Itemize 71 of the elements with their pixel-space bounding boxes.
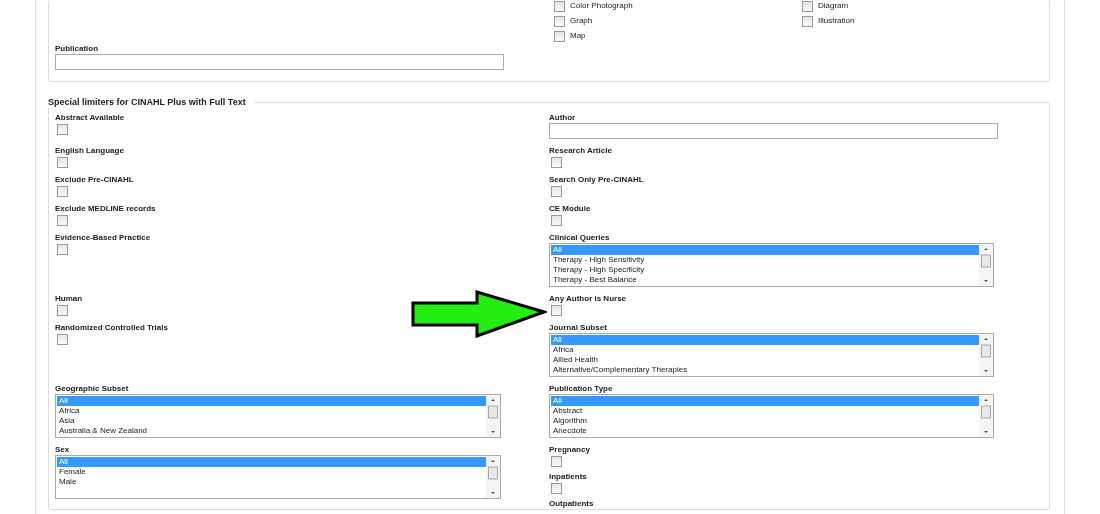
list-option[interactable]: Therapy - High Sensitivity — [551, 255, 979, 265]
checkbox[interactable] — [551, 483, 562, 494]
list-option[interactable]: Algorithm — [551, 416, 979, 426]
field-label: Any Author is Nurse — [549, 293, 627, 304]
scrollbar[interactable] — [486, 395, 500, 437]
list-label: Journal Subset — [549, 322, 607, 333]
field-label: Author — [549, 112, 576, 123]
field-label: Research Article — [549, 145, 612, 156]
checkbox[interactable] — [57, 305, 68, 316]
checkbox[interactable] — [554, 0, 565, 12]
checkbox[interactable] — [551, 305, 562, 316]
checkbox[interactable] — [551, 456, 562, 467]
list-option[interactable]: Asia — [57, 416, 486, 426]
listbox[interactable]: All Therapy - High Sensitivity Therapy - High Specificity Therapy - Best Balance — [549, 243, 994, 287]
author-field[interactable] — [549, 123, 998, 139]
list-option[interactable]: Africa — [551, 345, 979, 355]
checkbox[interactable] — [57, 157, 68, 168]
list-option[interactable]: Therapy - High Specificity — [551, 265, 979, 275]
listbox[interactable]: All Africa Allied Health Alternative/Complementary Therapies — [549, 333, 994, 377]
checkbox-label: Diagram — [818, 0, 849, 11]
publication-field[interactable] — [55, 54, 504, 70]
list-option[interactable]: Abstract — [551, 406, 979, 416]
checkbox[interactable] — [57, 186, 68, 197]
checkbox[interactable] — [57, 215, 68, 226]
field-label: Exclude MEDLINE records — [55, 203, 156, 214]
checkbox[interactable] — [551, 186, 562, 197]
field-label: Exclude Pre-CINAHL — [55, 174, 134, 185]
field-label: Inpatients — [549, 471, 587, 482]
list-label: Sex — [55, 444, 70, 455]
list-option[interactable]: Australia & New Zealand — [57, 426, 486, 436]
scrollbar[interactable] — [979, 244, 993, 286]
checkbox[interactable] — [802, 15, 813, 27]
list-label: Geographic Subset — [55, 383, 129, 394]
checkbox[interactable] — [554, 30, 565, 42]
listbox[interactable]: All Female Male — [55, 455, 501, 499]
field-label: CE Module — [549, 203, 591, 214]
list-option[interactable]: Anecdote — [551, 426, 979, 436]
field-label: Randomized Controlled Trials — [55, 322, 168, 333]
list-label: Clinical Queries — [549, 232, 610, 243]
scrollbar[interactable] — [979, 395, 993, 437]
field-label: Outpatients — [549, 498, 594, 509]
list-option[interactable]: Alternative/Complementary Therapies — [551, 365, 979, 375]
listbox[interactable]: All Abstract Algorithm Anecdote — [549, 394, 994, 438]
checkbox[interactable] — [57, 244, 68, 255]
field-label: Publication — [55, 43, 100, 54]
field-label: Pregnancy — [549, 444, 590, 455]
scrollbar[interactable] — [486, 456, 500, 498]
checkbox[interactable] — [57, 334, 68, 345]
checkbox-label: Color Photograph — [570, 0, 633, 11]
listbox[interactable]: All Africa Asia Australia & New Zealand — [55, 394, 501, 438]
checkbox[interactable] — [57, 124, 68, 135]
checkbox[interactable] — [554, 15, 565, 27]
field-label: Evidence-Based Practice — [55, 232, 151, 243]
section-title: Special limiters for CINAHL Plus with Full Text — [48, 96, 247, 108]
list-option[interactable]: Male — [57, 477, 486, 487]
list-option[interactable]: Therapy - Best Balance — [551, 275, 979, 285]
checkbox[interactable] — [802, 0, 813, 12]
list-option[interactable]: Africa — [57, 406, 486, 416]
list-option[interactable]: Female — [57, 467, 486, 477]
field-label: English Language — [55, 145, 124, 156]
field-label: Abstract Available — [55, 112, 125, 123]
checkbox-label: Map — [570, 30, 586, 41]
field-label: Human — [55, 293, 83, 304]
scrollbar[interactable] — [979, 334, 993, 376]
field-label: Search Only Pre-CINAHL — [549, 174, 644, 185]
checkbox-label: Graph — [570, 15, 593, 26]
checkbox[interactable] — [551, 215, 562, 226]
list-option[interactable]: Allied Health — [551, 355, 979, 365]
list-label: Publication Type — [549, 383, 613, 394]
checkbox-label: Illustration — [818, 15, 855, 26]
checkbox[interactable] — [551, 157, 562, 168]
